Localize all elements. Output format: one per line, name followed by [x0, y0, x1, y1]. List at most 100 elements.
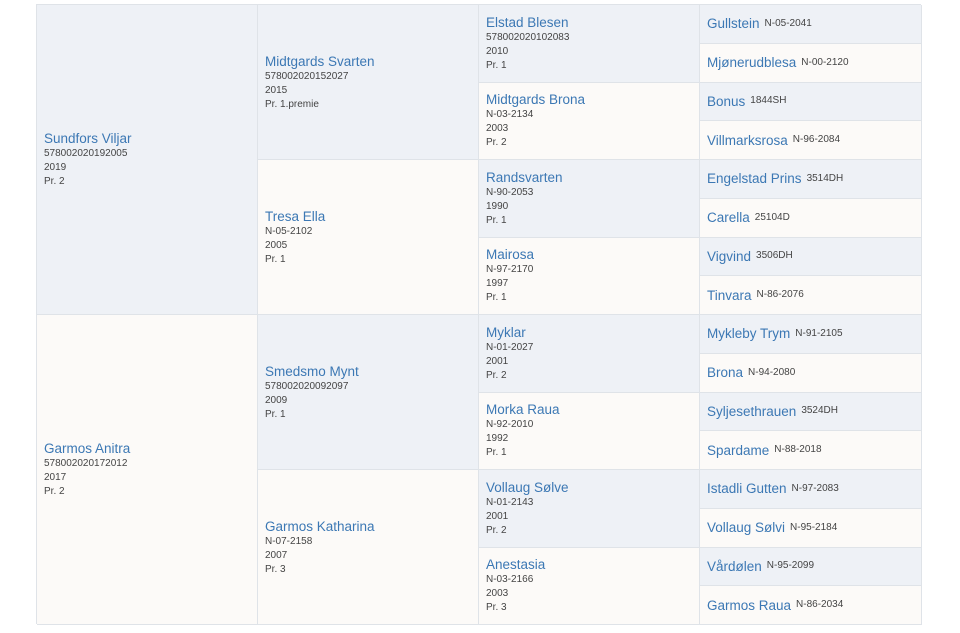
horse-name-link[interactable]: Engelstad Prins [707, 170, 802, 187]
birth-year: 2001 [486, 355, 509, 367]
registration-number: N-01-2027 [486, 341, 534, 353]
registration-number: 3514DH [806, 172, 844, 184]
prize-grade: Pr. 2 [486, 137, 507, 149]
registration-number: 578002020152027 [265, 70, 349, 82]
gen4-cell: Spardame N-88-2018 [700, 431, 922, 470]
gen4-cell: Brona N-94-2080 [700, 353, 922, 393]
horse-name-link[interactable]: Midtgards Svarten [265, 53, 471, 70]
birth-year: 1992 [486, 433, 509, 445]
gen4-cell: Vigvind 3506DH [700, 237, 922, 277]
horse-name-link[interactable]: Anestasia [486, 556, 692, 573]
gen4-cell: Vollaug Sølvi N-95-2184 [700, 508, 922, 548]
registration-number: 578002020102083 [486, 31, 570, 43]
prize-grade: Pr. 1 [486, 447, 507, 459]
registration-number: N-86-2034 [796, 599, 844, 611]
gen4-cell: Gullstein N-05-2041 [700, 5, 922, 44]
horse-name-link[interactable]: Mykleby Trym [707, 325, 790, 342]
registration-number: N-05-2041 [764, 17, 812, 29]
horse-name-link[interactable]: Garmos Raua [707, 597, 791, 614]
prize-grade: Pr. 3 [265, 563, 286, 575]
registration-number: N-90-2053 [486, 186, 534, 198]
horse-name-link[interactable]: Morka Raua [486, 401, 692, 418]
horse-name-link[interactable]: Elstad Blesen [486, 14, 692, 31]
horse-name-link[interactable]: Vigvind [707, 248, 751, 265]
gen3-cell: Morka Raua N-92-2010 1992 Pr. 1 [479, 392, 700, 470]
horse-name-link[interactable]: Smedsmo Mynt [265, 363, 471, 380]
birth-year: 2005 [265, 239, 288, 251]
registration-number: 3524DH [801, 405, 839, 417]
prize-grade: Pr. 1 [265, 253, 286, 265]
registration-number: 578002020192005 [44, 148, 128, 159]
horse-name-link[interactable]: Gullstein [707, 15, 760, 32]
horse-name-link[interactable]: Tresa Ella [265, 208, 471, 225]
birth-year: 2017 [44, 472, 67, 483]
gen4-cell: Villmarksrosa N-96-2084 [700, 121, 922, 160]
gen4-cell: Istadli Gutten N-97-2083 [700, 470, 922, 509]
birth-year: 2009 [265, 394, 288, 406]
horse-name-link[interactable]: Villmarksrosa [707, 132, 788, 149]
registration-number: N-97-2170 [486, 264, 534, 276]
birth-year: 2003 [486, 123, 509, 135]
birth-year: 2003 [486, 588, 509, 600]
pedigree-table: Sundfors Viljar 578002020192005 2019 Pr.… [36, 4, 922, 625]
registration-number: N-94-2080 [748, 366, 796, 378]
horse-name-link[interactable]: Randsvarten [486, 169, 692, 186]
registration-number: 578002020092097 [265, 380, 349, 392]
registration-number: 25104D [754, 211, 790, 223]
gen2-cell: Garmos Katharina N-07-2158 2007 Pr. 3 [258, 470, 479, 625]
registration-number: N-86-2076 [756, 289, 804, 301]
horse-name-link[interactable]: Garmos Anitra [44, 440, 250, 457]
gen4-cell: Mykleby Trym N-91-2105 [700, 315, 922, 354]
registration-number: N-05-2102 [265, 225, 313, 237]
horse-name-link[interactable]: Carella [707, 209, 750, 226]
birth-year: 1990 [486, 200, 509, 212]
horse-name-link[interactable]: Mjønerudblesa [707, 54, 796, 71]
gen2-cell: Midtgards Svarten 578002020152027 2015 P… [258, 5, 479, 160]
birth-year: 1997 [486, 278, 509, 290]
horse-name-link[interactable]: Vollaug Sølvi [707, 519, 785, 536]
horse-name-link[interactable]: Myklar [486, 324, 692, 341]
horse-name-link[interactable]: Brona [707, 364, 743, 381]
prize-grade: Pr. 1 [486, 292, 507, 304]
horse-name-link[interactable]: Midtgards Brona [486, 91, 692, 108]
gen3-cell: Midtgards Brona N-03-2134 2003 Pr. 2 [479, 82, 700, 160]
horse-name-link[interactable]: Sundfors Viljar [44, 130, 250, 147]
birth-year: 2007 [265, 549, 288, 561]
gen2-cell: Smedsmo Mynt 578002020092097 2009 Pr. 1 [258, 315, 479, 470]
gen4-cell: Tinvara N-86-2076 [700, 276, 922, 315]
horse-name-link[interactable]: Garmos Katharina [265, 518, 471, 535]
horse-name-link[interactable]: Spardame [707, 442, 769, 459]
registration-number: N-03-2134 [486, 109, 534, 121]
gen4-cell: Engelstad Prins 3514DH [700, 160, 922, 199]
gen1-sire-cell: Sundfors Viljar 578002020192005 2019 Pr.… [37, 5, 258, 315]
horse-name-link[interactable]: Istadli Gutten [707, 480, 787, 497]
gen4-cell: Carella 25104D [700, 198, 922, 238]
gen4-cell: Garmos Raua N-86-2034 [700, 586, 922, 625]
gen4-cell: Syljesethrauen 3524DH [700, 392, 922, 432]
registration-number: 3506DH [756, 250, 793, 262]
registration-number: N-07-2158 [265, 535, 313, 547]
gen3-cell: Vollaug Sølve N-01-2143 2001 Pr. 2 [479, 470, 700, 548]
birth-year: 2015 [265, 84, 288, 96]
horse-name-link[interactable]: Vårdølen [707, 558, 762, 575]
gen3-cell: Myklar N-01-2027 2001 Pr. 2 [479, 315, 700, 393]
gen4-cell: Vårdølen N-95-2099 [700, 547, 922, 587]
gen3-cell: Anestasia N-03-2166 2003 Pr. 3 [479, 547, 700, 625]
prize-grade: Pr. 2 [44, 486, 65, 497]
horse-name-link[interactable]: Vollaug Sølve [486, 479, 692, 496]
registration-number: N-88-2018 [774, 444, 822, 456]
registration-number: N-96-2084 [792, 134, 841, 146]
registration-number: N-95-2099 [766, 560, 815, 572]
gen4-cell: Mjønerudblesa N-00-2120 [700, 43, 922, 83]
horse-name-link[interactable]: Bonus [707, 93, 745, 110]
horse-name-link[interactable]: Tinvara [707, 287, 752, 304]
horse-name-link[interactable]: Mairosa [486, 246, 692, 263]
registration-number: 578002020172012 [44, 458, 128, 469]
horse-name-link[interactable]: Syljesethrauen [707, 403, 796, 420]
birth-year: 2001 [486, 510, 509, 522]
birth-year: 2019 [44, 162, 67, 173]
prize-grade: Pr. 1 [486, 214, 507, 226]
registration-number: N-92-2010 [486, 419, 534, 431]
gen4-cell: Bonus 1844SH [700, 82, 922, 122]
registration-number: N-97-2083 [791, 482, 839, 494]
